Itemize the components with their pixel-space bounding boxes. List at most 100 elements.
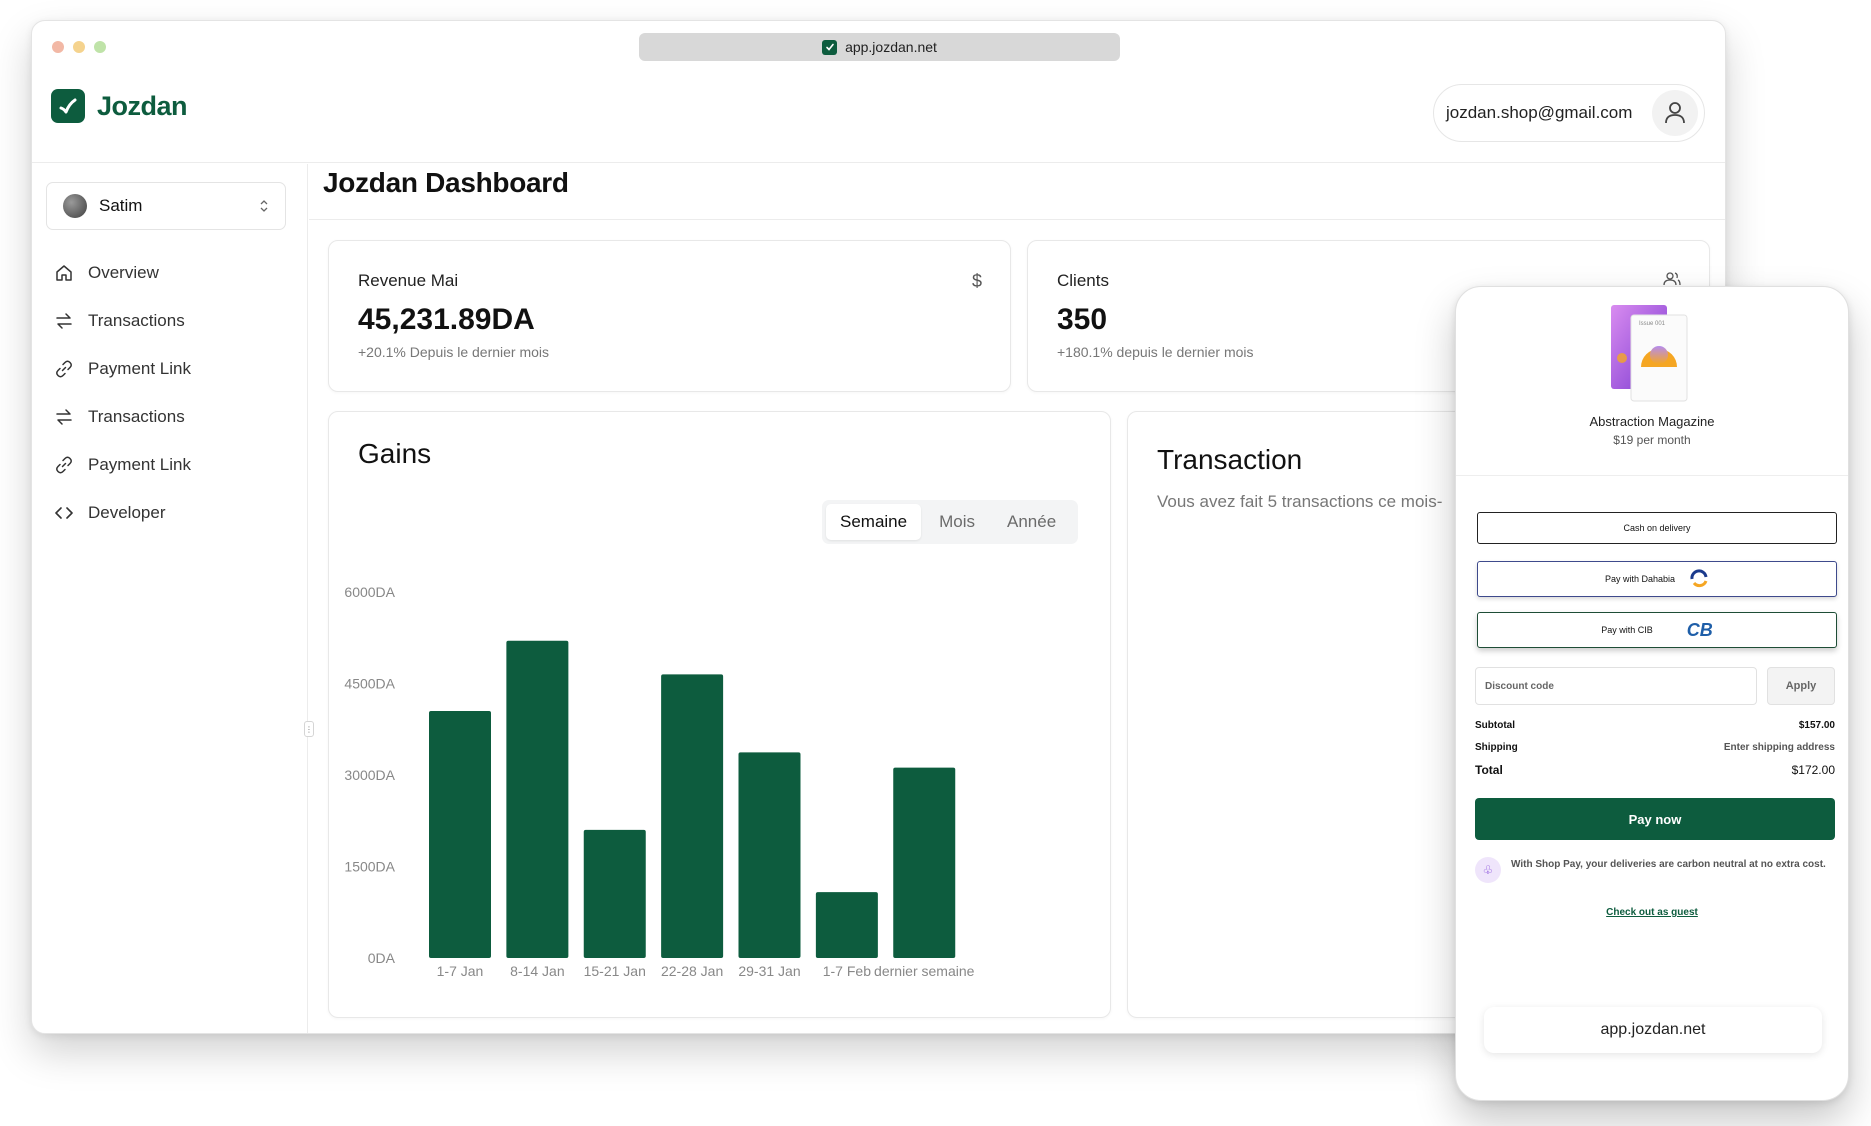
shop-pay-note: ♧ With Shop Pay, your deliveries are car… [1475, 857, 1835, 883]
transaction-subtitle: Vous avez fait 5 transactions ce mois- [1157, 492, 1443, 511]
x-tick-label: 15-21 Jan [584, 963, 646, 979]
y-tick-label: 4500DA [344, 676, 395, 692]
gains-bar-chart: 0DA 1500DA 3000DA 4500DA 6000DA 1-7 Jan 8-14 J… [344, 584, 975, 979]
dahabia-label: Pay with Dahabia [1604, 574, 1676, 584]
pay-with-cib-button[interactable]: Pay with CIB CB [1477, 612, 1837, 648]
subtotal-value: $157.00 [1798, 720, 1835, 731]
shop-pay-note-text: With Shop Pay, your deliveries are carbo… [1511, 859, 1826, 870]
brand-logo[interactable]: Jozdan [51, 89, 188, 123]
x-tick-label: 22-28 Jan [661, 963, 723, 979]
sidebar-item-label: Overview [88, 263, 159, 282]
link-icon [56, 360, 72, 378]
revenue-label: Revenue Mai [358, 271, 459, 290]
store-selector[interactable]: Satim [46, 182, 286, 230]
sidebar-item-payment-link[interactable]: Payment Link [54, 356, 191, 382]
site-favicon-icon [822, 39, 838, 55]
clients-change: +180.1% depuis le dernier mois [1057, 344, 1254, 360]
sidebar-resize-handle[interactable]: ⋮ [304, 721, 314, 737]
link-icon [56, 456, 72, 474]
x-tick-label: 8-14 Jan [510, 963, 564, 979]
dahabia-logo-icon [1690, 569, 1708, 588]
y-tick-label: 0DA [368, 950, 396, 966]
pay-with-dahabia-button[interactable]: Pay with Dahabia [1477, 561, 1837, 597]
bar-15-21-jan[interactable] [583, 829, 646, 958]
user-icon [1652, 90, 1698, 136]
gains-title: Gains [358, 438, 432, 469]
app-header: Jozdan jozdan.shop@gmail.com [32, 73, 1725, 163]
mobile-checkout: Issue 001 Abstraction Magazine $19 per m… [1455, 286, 1849, 1101]
bar-29-31-jan[interactable] [738, 752, 801, 958]
shipping-row: Shipping Enter shipping address [1475, 742, 1835, 753]
period-tabs: Semaine Mois Année [822, 500, 1078, 544]
bar-1-7-feb[interactable] [815, 892, 878, 958]
store-name: Satim [99, 196, 143, 215]
stage: app.jozdan.net Jozdan jozdan.shop@gmail.… [0, 0, 1871, 1126]
shipping-label: Shipping [1475, 742, 1518, 753]
subtotal-row: Subtotal $157.00 [1475, 720, 1835, 731]
x-tick-label: 1-7 Feb [823, 963, 871, 979]
sidebar-item-label: Payment Link [88, 359, 191, 378]
cib-logo-icon: CB [1686, 619, 1713, 640]
minimize-window-button[interactable] [73, 41, 85, 53]
divider [1456, 475, 1848, 476]
home-icon [56, 265, 72, 281]
bar-1-7-jan[interactable] [429, 710, 491, 958]
sidebar-item-overview[interactable]: Overview [54, 260, 191, 286]
sidebar-item-label: Developer [88, 503, 166, 522]
close-window-button[interactable] [52, 41, 64, 53]
maximize-window-button[interactable] [94, 41, 106, 53]
sidebar-item-payment-link-2[interactable]: Payment Link [54, 452, 191, 478]
y-tick-label: 6000DA [344, 584, 395, 600]
sidebar-item-label: Transactions [88, 407, 185, 426]
y-tick-label: 1500DA [344, 859, 395, 875]
divider [309, 219, 1725, 220]
y-tick-label: 3000DA [344, 767, 395, 783]
x-tick-label: 1-7 Jan [437, 963, 484, 979]
logo-check-icon [51, 89, 85, 123]
magazine-cover-image: Issue 001 [1611, 305, 1688, 402]
total-label: Total [1475, 763, 1503, 777]
dollar-icon: $ [971, 271, 982, 291]
tab-semaine[interactable]: Semaine [826, 504, 922, 540]
bar-22-28-jan[interactable] [661, 674, 724, 958]
user-email: jozdan.shop@gmail.com [1446, 103, 1633, 122]
arrows-icon [56, 409, 72, 425]
cash-on-delivery-label: Cash on delivery [1623, 523, 1691, 533]
brand-name: Jozdan [97, 90, 188, 121]
checkout-as-guest-link[interactable]: Check out as guest [1456, 907, 1848, 918]
cash-on-delivery-button[interactable]: Cash on delivery [1477, 512, 1837, 544]
x-tick-label: 29-31 Jan [738, 963, 800, 979]
sidebar-item-label: Payment Link [88, 455, 191, 474]
product-name: Abstraction Magazine [1589, 414, 1715, 429]
total-value: $172.00 [1791, 763, 1835, 777]
bar-8-14-jan[interactable] [506, 640, 569, 958]
tab-annee[interactable]: Année [993, 504, 1070, 540]
address-bar[interactable]: app.jozdan.net [639, 33, 1120, 61]
chevron-up-down-icon [260, 200, 268, 212]
x-tick-label: dernier semaine [874, 963, 975, 979]
sidebar-item-transactions[interactable]: Transactions [54, 308, 191, 334]
page-title: Jozdan Dashboard [323, 167, 569, 198]
transaction-title: Transaction [1157, 444, 1303, 475]
user-account-button[interactable]: jozdan.shop@gmail.com [1433, 84, 1705, 142]
store-avatar [63, 194, 87, 218]
sidebar: Satim Overview Transactions Payment Link [32, 164, 308, 1033]
sidebar-item-developer[interactable]: Developer [54, 500, 191, 526]
subtotal-label: Subtotal [1475, 720, 1515, 731]
revenue-value: 45,231.89DA [358, 303, 535, 336]
mobile-address-bar[interactable]: app.jozdan.net [1484, 1007, 1822, 1053]
sidebar-item-transactions-2[interactable]: Transactions [54, 404, 191, 430]
apply-discount-button[interactable]: Apply [1767, 667, 1835, 705]
tab-mois[interactable]: Mois [925, 504, 989, 540]
pay-now-button[interactable]: Pay now [1475, 798, 1835, 840]
revenue-change: +20.1% Depuis le dernier mois [358, 344, 550, 360]
window-controls [52, 41, 106, 53]
product-price: $19 per month [1613, 433, 1691, 447]
sidebar-nav: Overview Transactions Payment Link Trans… [54, 260, 191, 526]
cover-issue-label: Issue 001 [1639, 321, 1666, 327]
discount-code-input[interactable]: Discount code [1475, 667, 1757, 705]
address-bar-url: app.jozdan.net [845, 39, 937, 55]
shipping-value: Enter shipping address [1723, 742, 1835, 753]
arrows-icon [56, 313, 72, 329]
bar-dernier-semaine[interactable] [893, 767, 956, 958]
